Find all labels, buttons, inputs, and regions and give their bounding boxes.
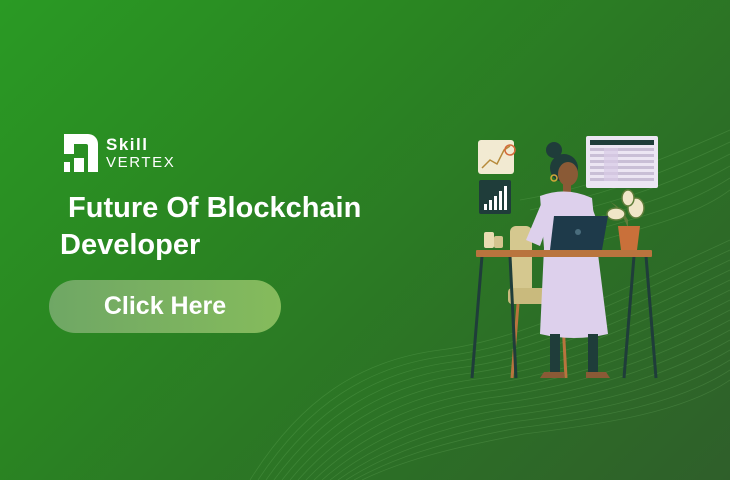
developer-illustration [470, 136, 658, 379]
headline: Future Of Blockchain Developer [60, 190, 420, 264]
click-here-button[interactable]: Click Here [49, 280, 281, 333]
logo-icon [64, 134, 98, 172]
plant-icon [606, 189, 645, 250]
spreadsheet-icon [586, 136, 658, 188]
headline-line-1: Future Of Blockchain [60, 192, 362, 224]
bar-chart-icon [479, 180, 511, 214]
promo-banner: Skill VERTEX Future Of Blockchain Develo… [0, 0, 730, 480]
growth-chart-icon [478, 140, 516, 174]
laptop-icon [550, 216, 608, 250]
mug-icon [484, 232, 503, 248]
logo-text-skill: Skill [106, 135, 149, 154]
logo[interactable]: Skill VERTEX [62, 132, 182, 176]
headline-line-2: Developer [60, 229, 201, 261]
logo-text-vertex: VERTEX [106, 154, 176, 171]
